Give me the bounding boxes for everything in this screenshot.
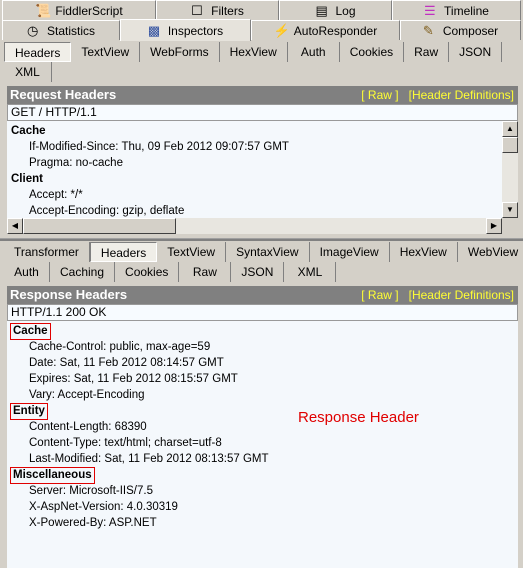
subtab-headers[interactable]: Headers bbox=[89, 242, 158, 262]
response-headers-bar: Response Headers [ Raw ] [Header Definiti… bbox=[7, 286, 518, 304]
scroll-thumb[interactable] bbox=[502, 137, 518, 153]
header-item[interactable]: If-Modified-Since: Thu, 09 Feb 2012 09:0… bbox=[29, 139, 289, 155]
header-item[interactable]: X-AspNet-Version: 4.0.30319 bbox=[29, 499, 178, 515]
tab-composer[interactable]: ✎ Composer bbox=[400, 20, 521, 40]
subtab-webforms[interactable]: WebForms bbox=[140, 42, 220, 62]
header-group-client[interactable]: Client bbox=[11, 171, 43, 187]
header-group-cache[interactable]: Cache bbox=[10, 323, 51, 340]
header-item[interactable]: Last-Modified: Sat, 11 Feb 2012 08:13:57… bbox=[29, 451, 269, 467]
subtab-headers[interactable]: Headers bbox=[4, 42, 72, 62]
scroll-right-icon[interactable]: ▶ bbox=[486, 218, 502, 234]
document-icon: ▤ bbox=[315, 2, 328, 18]
response-headers-title: Response Headers bbox=[10, 287, 128, 302]
response-headers-tree: Response Header Cache Cache-Control: publ… bbox=[7, 321, 518, 568]
request-headers-tree: Cache If-Modified-Since: Thu, 09 Feb 2012… bbox=[7, 121, 502, 218]
request-horizontal-scrollbar[interactable]: ◀ ▶ bbox=[7, 218, 502, 234]
request-headers-title: Request Headers bbox=[10, 87, 117, 102]
subtab-caching[interactable]: Caching bbox=[50, 262, 116, 282]
scroll-down-icon[interactable]: ▼ bbox=[502, 202, 518, 218]
header-item[interactable]: Accept-Encoding: gzip, deflate bbox=[29, 203, 184, 219]
response-header-definitions-link[interactable]: [Header Definitions] bbox=[409, 288, 514, 302]
splitter[interactable] bbox=[0, 238, 523, 241]
subtab-textview[interactable]: TextView bbox=[71, 42, 141, 62]
subtab-xml[interactable]: XML bbox=[284, 262, 337, 282]
request-header-definitions-link[interactable]: [Header Definitions] bbox=[409, 88, 514, 102]
tab-label: Log bbox=[335, 3, 356, 18]
timeline-icon: ☰ bbox=[424, 2, 436, 18]
tab-label: Statistics bbox=[46, 23, 95, 38]
subtab-auth[interactable]: Auth bbox=[4, 262, 50, 282]
subtab-imageview[interactable]: ImageView bbox=[310, 242, 390, 262]
tab-log[interactable]: ▤ Log bbox=[279, 0, 392, 20]
request-vertical-scrollbar[interactable]: ▲ ▼ bbox=[502, 121, 518, 218]
subtab-hexview[interactable]: HexView bbox=[390, 242, 458, 262]
header-item[interactable]: Date: Sat, 11 Feb 2012 08:14:57 GMT bbox=[29, 355, 224, 371]
request-tabs: Headers TextView WebForms HexView Auth Cookie… bbox=[4, 42, 503, 62]
header-group-miscellaneous[interactable]: Miscellaneous bbox=[10, 467, 95, 484]
header-item[interactable]: Content-Type: text/html; charset=utf-8 bbox=[29, 435, 222, 451]
tab-label: Composer bbox=[442, 23, 499, 38]
subtab-cookies[interactable]: Cookies bbox=[340, 42, 405, 62]
tab-inspectors[interactable]: ▩ Inspectors bbox=[120, 19, 251, 41]
script-icon: 📜 bbox=[35, 2, 52, 18]
header-item[interactable]: Vary: Accept-Encoding bbox=[29, 387, 145, 403]
header-item[interactable]: Cache-Control: public, max-age=59 bbox=[29, 339, 210, 355]
tab-fiddlerscript[interactable]: 📜 FiddlerScript bbox=[2, 0, 156, 20]
response-tabs: Transformer Headers TextView SyntaxView Imag… bbox=[4, 242, 523, 262]
header-item[interactable]: Server: Microsoft-IIS/7.5 bbox=[29, 483, 153, 499]
header-item[interactable]: Accept: */* bbox=[29, 187, 83, 203]
subtab-json[interactable]: JSON bbox=[449, 42, 503, 62]
subtab-raw[interactable]: Raw bbox=[179, 262, 232, 282]
request-line: GET / HTTP/1.1 bbox=[7, 104, 518, 121]
inspectors-icon: ▩ bbox=[147, 22, 161, 38]
header-item[interactable]: Expires: Sat, 11 Feb 2012 08:15:57 GMT bbox=[29, 371, 238, 387]
header-item[interactable]: Pragma: no-cache bbox=[29, 155, 123, 171]
request-tabs-row2: XML bbox=[4, 62, 52, 82]
header-group-cache[interactable]: Cache bbox=[11, 123, 46, 139]
response-header-annotation: Response Header bbox=[298, 409, 419, 426]
header-group-entity[interactable]: Entity bbox=[10, 403, 48, 420]
request-raw-link[interactable]: [ Raw ] bbox=[361, 88, 398, 102]
response-raw-link[interactable]: [ Raw ] bbox=[361, 288, 398, 302]
tab-filters[interactable]: ☐ Filters bbox=[156, 0, 279, 20]
tab-label: AutoResponder bbox=[293, 23, 378, 38]
request-headers-bar: Request Headers [ Raw ] [Header Definitio… bbox=[7, 86, 518, 104]
subtab-raw[interactable]: Raw bbox=[404, 42, 450, 62]
subtab-transformer[interactable]: Transformer bbox=[4, 242, 90, 262]
lightning-icon: ⚡ bbox=[273, 22, 290, 38]
tab-label: Inspectors bbox=[167, 23, 224, 38]
scroll-left-icon[interactable]: ◀ bbox=[7, 218, 23, 234]
tab-autoresponder[interactable]: ⚡ AutoResponder bbox=[251, 20, 400, 40]
composer-icon: ✎ bbox=[422, 22, 434, 38]
tab-statistics[interactable]: ◷ Statistics bbox=[2, 20, 120, 40]
tab-timeline[interactable]: ☰ Timeline bbox=[392, 0, 521, 20]
subtab-auth[interactable]: Auth bbox=[288, 42, 340, 62]
stopwatch-icon: ◷ bbox=[26, 22, 39, 38]
status-line: HTTP/1.1 200 OK bbox=[7, 304, 518, 321]
subtab-textview[interactable]: TextView bbox=[157, 242, 227, 262]
tab-label: FiddlerScript bbox=[55, 3, 123, 18]
response-tabs-row2: Auth Caching Cookies Raw JSON XML bbox=[4, 262, 337, 282]
subtab-webview[interactable]: WebView bbox=[458, 242, 523, 262]
checkbox-icon: ☐ bbox=[191, 2, 203, 18]
header-item[interactable]: X-Powered-By: ASP.NET bbox=[29, 515, 157, 531]
tab-label: Filters bbox=[211, 3, 244, 18]
horizontal-scroll-thumb[interactable] bbox=[23, 218, 176, 234]
subtab-hexview[interactable]: HexView bbox=[220, 42, 288, 62]
subtab-xml[interactable]: XML bbox=[4, 62, 52, 82]
subtab-json[interactable]: JSON bbox=[231, 262, 285, 282]
subtab-cookies[interactable]: Cookies bbox=[115, 262, 180, 282]
header-item[interactable]: Content-Length: 68390 bbox=[29, 419, 147, 435]
subtab-syntaxview[interactable]: SyntaxView bbox=[226, 242, 310, 262]
tab-label: Timeline bbox=[444, 3, 489, 18]
scroll-up-icon[interactable]: ▲ bbox=[502, 121, 518, 137]
